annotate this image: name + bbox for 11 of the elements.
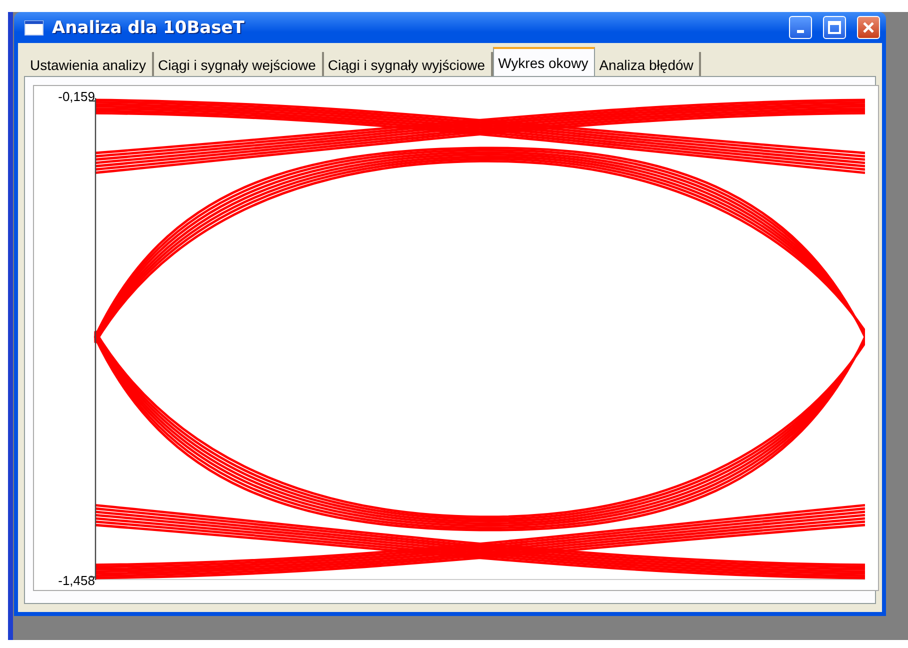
close-icon [862,21,875,34]
minimize-button[interactable] [789,16,812,39]
maximize-icon [828,21,841,34]
tab[interactable]: Wykres okowy [493,47,596,76]
axis-label: -0,159 [58,90,95,104]
window-icon [24,20,44,36]
window-title: Analiza dla 10BaseT [52,18,246,38]
axis-label: -1,458 [58,574,95,588]
maximize-button[interactable] [823,16,846,39]
minimize-icon [797,30,804,33]
close-button[interactable] [857,16,880,39]
